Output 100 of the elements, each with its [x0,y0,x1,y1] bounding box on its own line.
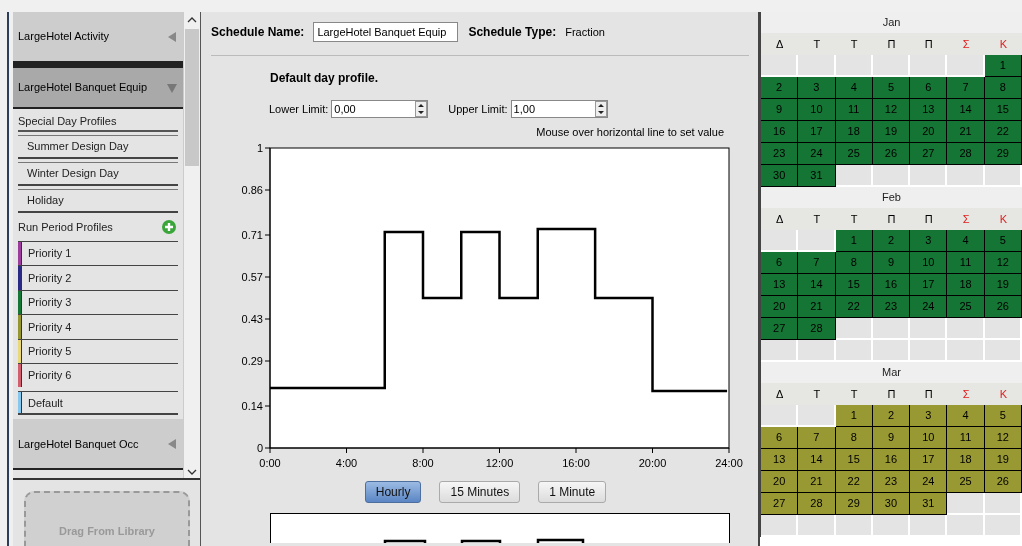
calendar-day[interactable]: 2 [761,77,799,99]
calendar-day[interactable]: 7 [798,427,836,449]
profile-item[interactable]: Summer Design Day [18,135,178,159]
calendar-day[interactable]: 15 [835,274,873,296]
profile-item[interactable]: Default [18,391,178,416]
calendar-day[interactable]: 17 [798,121,836,143]
calendar-day[interactable]: 25 [947,296,985,318]
profile-item[interactable]: Winter Design Day [18,162,178,186]
calendar-day[interactable]: 2 [872,230,911,252]
calendar-day[interactable]: 30 [761,165,799,187]
calendar-day[interactable]: 8 [984,77,1022,99]
calendar-day[interactable]: 8 [835,427,873,449]
calendar-day[interactable]: 1 [835,405,873,427]
calendar-day[interactable]: 26 [872,143,911,165]
calendar-day[interactable]: 3 [910,230,948,252]
calendar-day[interactable]: 31 [910,493,948,515]
scroll-down-icon[interactable] [187,468,197,476]
calendar-day[interactable]: 14 [798,274,836,296]
calendar-day[interactable]: 5 [872,77,911,99]
calendar-day[interactable]: 9 [761,99,799,121]
schedule-header[interactable]: LargeHotel Activity [13,12,183,63]
calendar-day[interactable]: 15 [835,449,873,471]
calendar-day[interactable]: 11 [947,252,985,274]
calendar-day[interactable]: 17 [910,274,948,296]
resolution-button[interactable]: 15 Minutes [439,480,521,503]
schedule-line[interactable] [270,227,728,392]
profile-item[interactable]: Priority 2 [18,265,178,290]
calendar-day[interactable]: 6 [910,77,948,99]
calendar-day[interactable]: 18 [947,274,985,296]
calendar-day[interactable]: 20 [761,471,799,493]
calendar-day[interactable]: 4 [947,230,985,252]
calendar-day[interactable]: 4 [835,77,873,99]
calendar-day[interactable]: 16 [872,274,911,296]
calendar-day[interactable]: 4 [947,405,985,427]
calendar-day[interactable]: 5 [984,405,1022,427]
calendar-day[interactable]: 23 [872,296,911,318]
calendar-day[interactable]: 1 [984,55,1022,77]
calendar-day[interactable]: 12 [984,252,1022,274]
calendar-day[interactable]: 28 [947,143,985,165]
profile-item[interactable]: Priority 6 [18,362,178,388]
resolution-button[interactable]: Hourly [364,480,422,503]
schedule-header[interactable]: LargeHotel Banquet Occ [13,419,183,471]
spin-box[interactable]: 1,00 [510,100,608,118]
calendar-day[interactable]: 12 [984,427,1022,449]
calendar-day[interactable]: 10 [798,99,836,121]
calendar-day[interactable]: 25 [835,143,873,165]
calendar-day[interactable]: 22 [984,121,1022,143]
calendar-day[interactable]: 20 [910,121,948,143]
calendar-day[interactable]: 14 [798,449,836,471]
profile-item[interactable]: Priority 1 [18,241,178,266]
calendar-day[interactable]: 10 [910,427,948,449]
calendar-day[interactable]: 20 [761,296,799,318]
resolution-button[interactable]: 1 Minute [538,480,607,503]
calendar-day[interactable]: 25 [947,471,985,493]
calendar-day[interactable]: 18 [835,121,873,143]
calendar-day[interactable]: 11 [835,99,873,121]
profile-item[interactable]: Priority 5 [18,338,178,363]
calendar-day[interactable]: 8 [835,252,873,274]
calendar-day[interactable]: 31 [798,165,836,187]
calendar-day[interactable]: 27 [910,143,948,165]
calendar-day[interactable]: 26 [984,471,1022,493]
calendar-day[interactable]: 3 [798,77,836,99]
calendar-day[interactable]: 7 [947,77,985,99]
calendar-day[interactable]: 16 [761,121,799,143]
spin-arrows-icon[interactable] [415,101,428,117]
calendar-day[interactable]: 5 [984,230,1022,252]
calendar-day[interactable]: 24 [910,296,948,318]
profile-item[interactable]: Holiday [18,189,178,213]
calendar-day[interactable]: 13 [761,274,799,296]
calendar-day[interactable]: 29 [835,493,873,515]
calendar-day[interactable]: 14 [947,99,985,121]
calendar-day[interactable]: 21 [947,121,985,143]
profile-item[interactable]: Priority 4 [18,314,178,339]
calendar-day[interactable]: 24 [910,471,948,493]
calendar-day[interactable]: 23 [761,143,799,165]
spin-arrows-icon[interactable] [594,101,607,117]
profile-item[interactable]: Priority 3 [18,289,178,315]
calendar-day[interactable]: 10 [910,252,948,274]
spin-box[interactable]: 0,00 [331,100,429,118]
calendar-day[interactable]: 19 [984,449,1022,471]
calendar-day[interactable]: 13 [761,449,799,471]
calendar-day[interactable]: 19 [984,274,1022,296]
calendar-day[interactable]: 3 [910,405,948,427]
calendar-day[interactable]: 28 [798,493,836,515]
calendar-day[interactable]: 26 [984,296,1022,318]
calendar-day[interactable]: 22 [835,296,873,318]
calendar-day[interactable]: 9 [872,427,911,449]
add-icon[interactable] [162,220,176,234]
calendar-day[interactable]: 13 [910,99,948,121]
calendar-day[interactable]: 11 [947,427,985,449]
calendar-day[interactable]: 7 [798,252,836,274]
scroll-up-icon[interactable] [187,16,197,24]
calendar-day[interactable]: 23 [872,471,911,493]
calendar-day[interactable]: 27 [761,318,799,340]
scrollbar-thumb[interactable] [185,29,199,166]
calendar-day[interactable]: 2 [872,405,911,427]
calendar-day[interactable]: 17 [910,449,948,471]
calendar-day[interactable]: 30 [872,493,911,515]
calendar-day[interactable]: 18 [947,449,985,471]
input-field[interactable]: LargeHotel Banquet Equip [313,22,459,42]
